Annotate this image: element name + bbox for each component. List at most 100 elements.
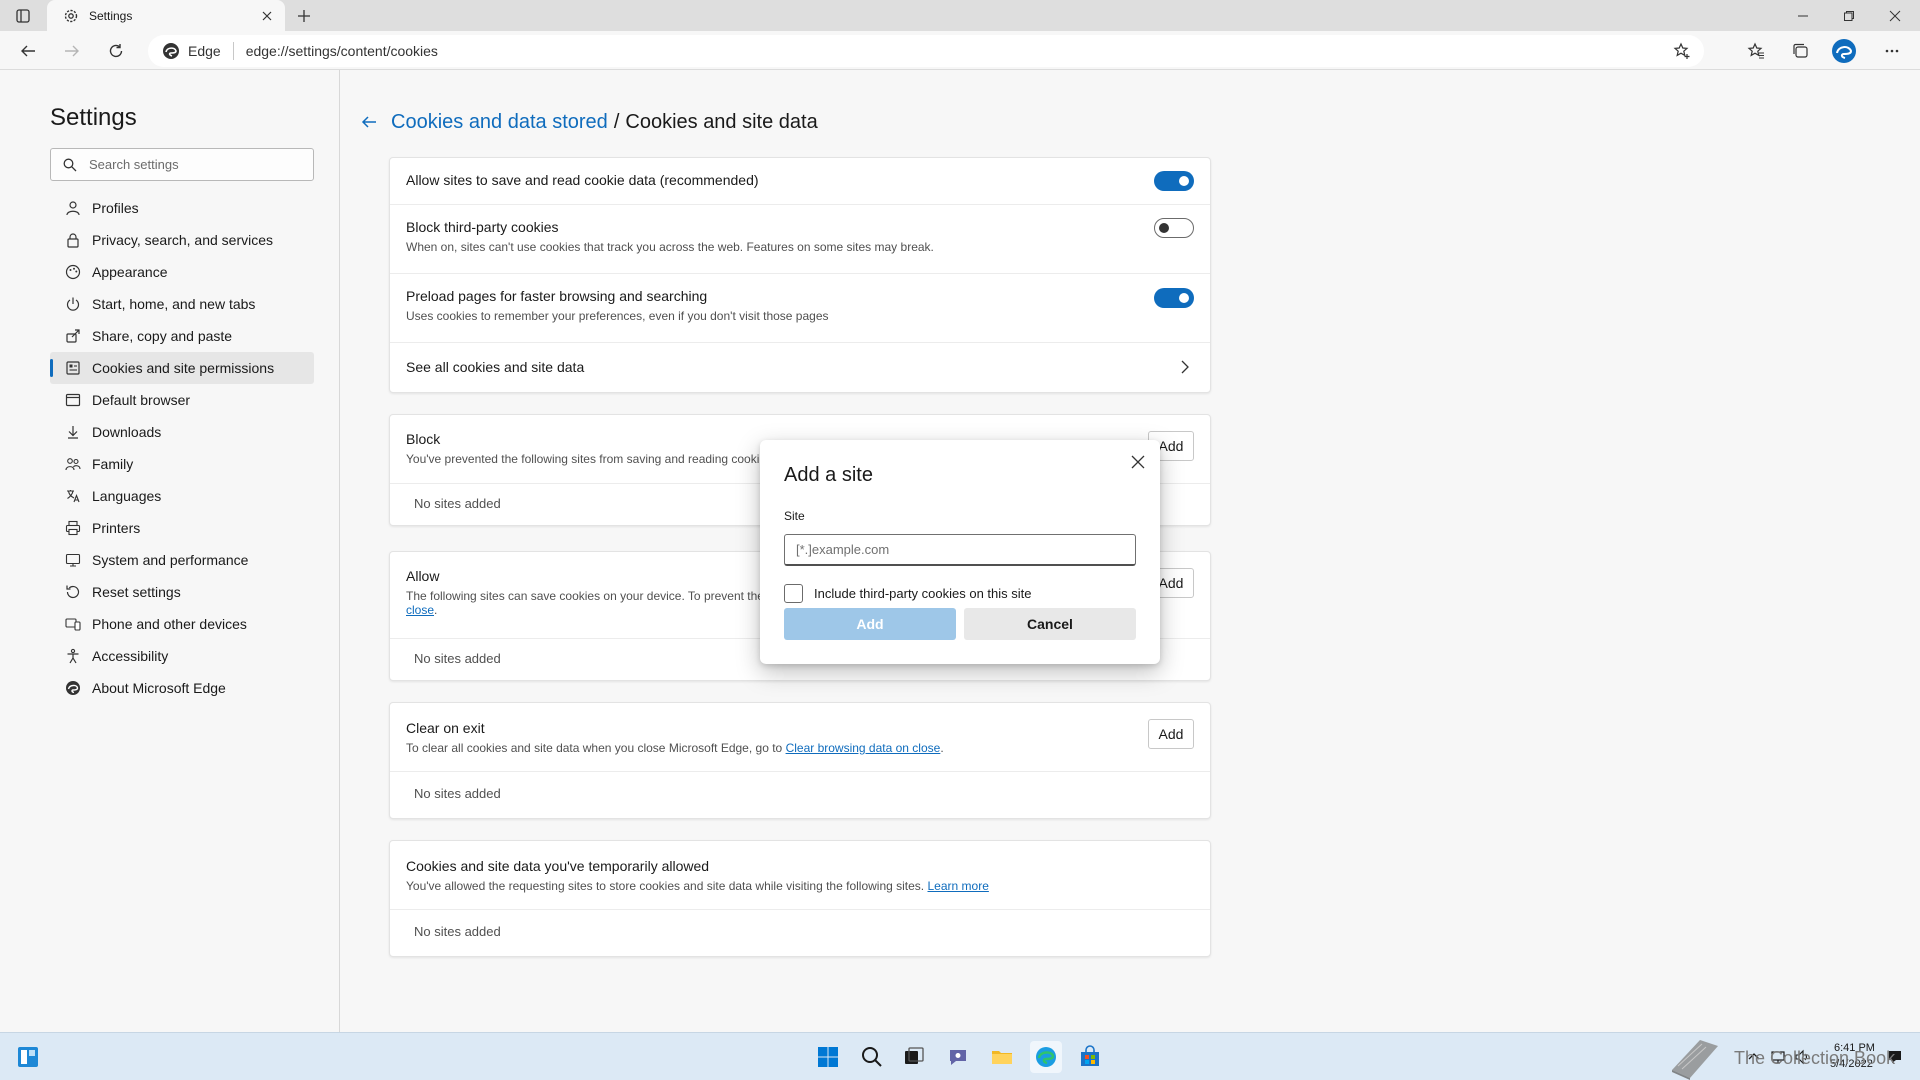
store-button[interactable]	[1074, 1041, 1106, 1073]
sidebar-item-appearance[interactable]: Appearance	[50, 256, 314, 288]
third-party-checkbox[interactable]	[784, 584, 803, 603]
restore-icon	[1844, 10, 1854, 21]
widgets-button[interactable]	[12, 1041, 44, 1073]
sidebar-item-label: Privacy, search, and services	[92, 232, 274, 248]
back-button[interactable]	[12, 35, 44, 67]
search-settings-field[interactable]: Search settings	[50, 148, 314, 181]
sidebar-item-about[interactable]: About Microsoft Edge	[50, 672, 314, 704]
start-button[interactable]	[812, 1041, 844, 1073]
allow-cookies-toggle[interactable]	[1154, 171, 1194, 191]
clear-on-exit-title: Clear on exit	[406, 720, 485, 736]
site-label: Site	[784, 509, 805, 523]
back-arrow-icon	[21, 45, 35, 57]
clear-on-exit-card: Clear on exit To clear all cookies and s…	[389, 702, 1211, 819]
restore-button[interactable]	[1826, 0, 1872, 31]
new-tab-button[interactable]	[292, 5, 316, 27]
download-icon	[64, 423, 82, 441]
close-window-button[interactable]	[1872, 0, 1918, 31]
tab-actions-button[interactable]	[10, 4, 36, 28]
favorites-button[interactable]	[1740, 35, 1772, 67]
collections-button[interactable]	[1784, 35, 1816, 67]
breadcrumb-parent-link[interactable]: Cookies and data stored	[391, 111, 608, 134]
cookie-icon	[64, 359, 82, 377]
sidebar-item-start-home[interactable]: Start, home, and new tabs	[50, 288, 314, 320]
edge-taskbar-button[interactable]	[1030, 1041, 1062, 1073]
site-input[interactable]	[784, 534, 1136, 566]
address-edge-label: Edge	[188, 43, 221, 59]
dialog-add-button[interactable]: Add	[784, 608, 956, 640]
sidebar-item-downloads[interactable]: Downloads	[50, 416, 314, 448]
third-party-checkbox-label: Include third-party cookies on this site	[814, 586, 1032, 601]
sidebar-item-label: Profiles	[92, 200, 139, 216]
clear-on-exit-add-button[interactable]: Add	[1148, 719, 1194, 749]
sidebar-item-label: Accessibility	[92, 648, 169, 664]
breadcrumb-back-button[interactable]	[357, 110, 381, 134]
refresh-button[interactable]	[100, 35, 132, 67]
sidebar-item-accessibility[interactable]: Accessibility	[50, 640, 314, 672]
forward-button[interactable]	[56, 35, 88, 67]
tab-strip: Settings	[0, 0, 1920, 31]
task-view-button[interactable]	[898, 1041, 930, 1073]
sidebar-item-family[interactable]: Family	[50, 448, 314, 480]
sidebar-item-label: Cookies and site permissions	[92, 360, 275, 376]
back-arrow-icon	[361, 116, 376, 128]
sidebar-item-label: Downloads	[92, 424, 162, 440]
preload-label: Preload pages for faster browsing and se…	[406, 288, 708, 304]
favorites-icon	[1747, 42, 1764, 59]
sidebar-item-system[interactable]: System and performance	[50, 544, 314, 576]
star-plus-icon	[1673, 42, 1690, 59]
minimize-button[interactable]	[1780, 0, 1826, 31]
browser-toolbar: Edge edge://settings/content/cookies	[0, 31, 1920, 70]
search-placeholder: Search settings	[89, 157, 179, 172]
windows-logo-icon	[818, 1047, 838, 1067]
third-party-checkbox-row[interactable]: Include third-party cookies on this site	[784, 584, 1032, 603]
sidebar-item-phone-devices[interactable]: Phone and other devices	[50, 608, 314, 640]
sidebar-item-label: System and performance	[92, 552, 249, 568]
address-bar[interactable]: Edge edge://settings/content/cookies	[148, 35, 1704, 67]
sidebar-item-default-browser[interactable]: Default browser	[50, 384, 314, 416]
dialog-cancel-button[interactable]: Cancel	[964, 608, 1136, 640]
tab-settings[interactable]: Settings	[47, 0, 285, 31]
see-all-cookies-row[interactable]: See all cookies and site data	[390, 343, 1210, 392]
collections-icon	[1793, 43, 1808, 58]
lock-icon	[64, 231, 82, 249]
sidebar-item-cookies[interactable]: Cookies and site permissions	[50, 352, 314, 384]
file-explorer-button[interactable]	[986, 1041, 1018, 1073]
settings-more-button[interactable]	[1876, 35, 1908, 67]
sidebar-item-languages[interactable]: Languages	[50, 480, 314, 512]
task-view-icon	[905, 1047, 924, 1064]
sidebar-item-label: Share, copy and paste	[92, 328, 233, 344]
sidebar-item-share-copy[interactable]: Share, copy and paste	[50, 320, 314, 352]
minimize-icon	[1798, 15, 1808, 16]
dialog-close-button[interactable]	[1126, 450, 1150, 474]
preload-row: Preload pages for faster browsing and se…	[390, 274, 1210, 343]
sidebar-item-privacy[interactable]: Privacy, search, and services	[50, 224, 314, 256]
cookie-settings-card: Allow sites to save and read cookie data…	[389, 157, 1211, 393]
sidebar-item-label: Printers	[92, 520, 141, 536]
chat-icon	[950, 1050, 966, 1065]
sidebar-item-reset[interactable]: Reset settings	[50, 576, 314, 608]
add-favorite-button[interactable]	[1672, 41, 1692, 61]
allow-desc-link[interactable]: close	[406, 603, 434, 617]
learn-more-link[interactable]: Learn more	[928, 879, 989, 893]
profile-button[interactable]	[1828, 35, 1860, 67]
teams-chat-button[interactable]	[942, 1041, 974, 1073]
edge-logo-icon	[1036, 1047, 1056, 1067]
sidebar-item-label: Family	[92, 456, 134, 472]
browser-icon	[64, 391, 82, 409]
clear-browsing-data-link[interactable]: Clear browsing data on close	[786, 741, 941, 755]
clear-on-exit-empty-row: No sites added	[390, 772, 1210, 818]
search-taskbar-button[interactable]	[856, 1041, 888, 1073]
block-third-party-toggle[interactable]	[1154, 218, 1194, 238]
tab-close-button[interactable]	[259, 8, 275, 24]
watermark-text: The Collection Book	[1734, 1047, 1896, 1068]
preload-toggle[interactable]	[1154, 288, 1194, 308]
breadcrumb-separator: /	[613, 110, 620, 133]
sidebar-item-printers[interactable]: Printers	[50, 512, 314, 544]
settings-title: Settings	[50, 104, 137, 131]
sidebar-item-label: Reset settings	[92, 584, 181, 600]
sidebar-item-profiles[interactable]: Profiles	[50, 192, 314, 224]
widgets-icon	[18, 1047, 38, 1067]
clear-on-exit-desc-end: .	[940, 741, 944, 755]
breadcrumb: Cookies and data stored / Cookies and si…	[357, 110, 818, 134]
